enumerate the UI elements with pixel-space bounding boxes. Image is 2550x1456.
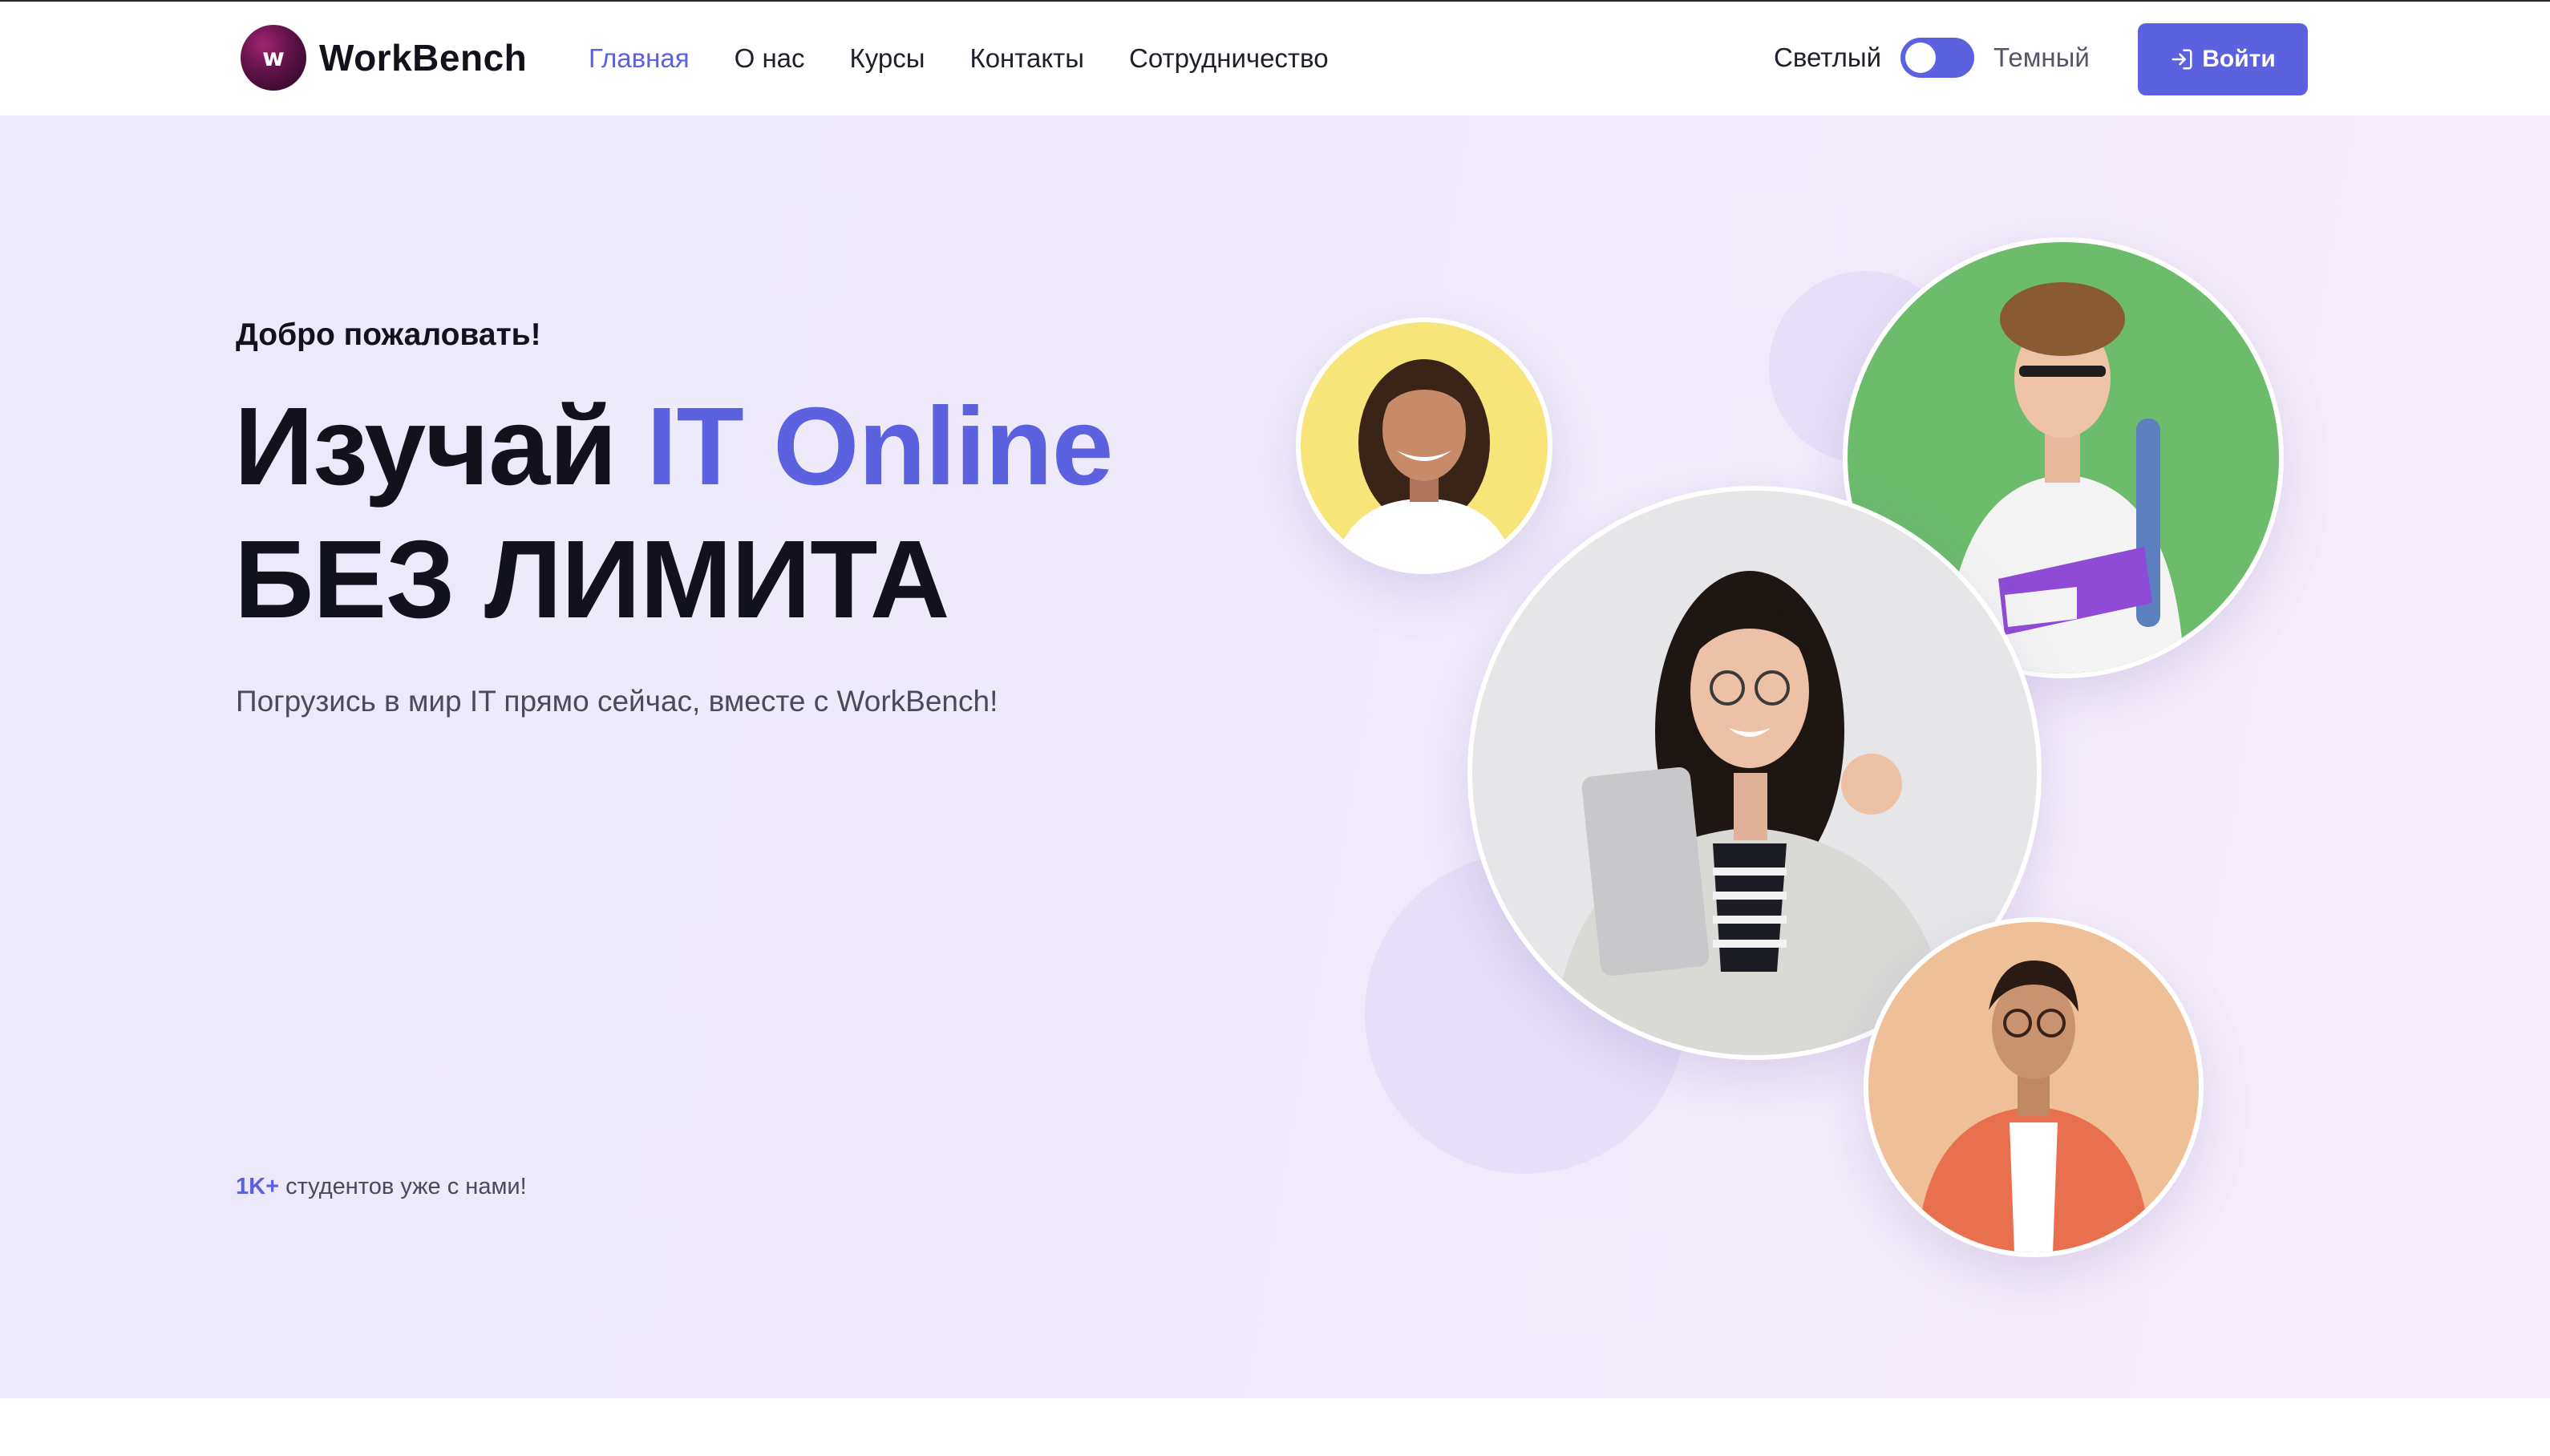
nav-link-partnership[interactable]: Сотрудничество	[1129, 38, 1329, 79]
nav-link-contacts[interactable]: Контакты	[969, 38, 1084, 79]
logo-mark-icon: w	[241, 25, 306, 91]
students-count-text: 1K+ студентов уже с нами!	[236, 1174, 527, 1200]
logo-text: WorkBench	[319, 37, 528, 79]
student-photo-yellow	[1296, 317, 1552, 574]
theme-toggle[interactable]	[1900, 38, 1975, 78]
headline-line2: БЕЗ ЛИМИТА	[234, 518, 949, 641]
students-label: студентов уже с нами!	[279, 1174, 527, 1199]
hero-section: Добро пожаловать! Изучай IT Online БЕЗ Л…	[0, 115, 2550, 1398]
welcome-text: Добро пожаловать!	[236, 317, 541, 352]
theme-toggle-knob	[1905, 42, 1937, 73]
login-icon	[2170, 47, 2194, 71]
site-header: w WorkBench Главная О нас Курсы Контакты…	[0, 2, 2550, 115]
students-count: 1K+	[236, 1174, 280, 1199]
page-bottom-strip	[0, 1398, 2550, 1456]
theme-light-label: Светлый	[1774, 42, 1882, 72]
login-button-label: Войти	[2202, 46, 2276, 72]
nav-link-home[interactable]: Главная	[589, 38, 690, 79]
nav-link-about[interactable]: О нас	[735, 38, 805, 79]
headline-accent: IT Online	[646, 385, 1113, 508]
nav-link-courses[interactable]: Курсы	[850, 38, 925, 79]
headline-prefix: Изучай	[234, 385, 647, 508]
logo[interactable]: w WorkBench	[241, 24, 527, 91]
theme-switcher: Светлый Темный	[1774, 37, 2090, 79]
theme-dark-label: Темный	[1993, 42, 2090, 72]
hero-subtitle: Погрузись в мир IT прямо сейчас, вместе …	[236, 685, 998, 718]
student-photo-peach	[1864, 917, 2204, 1257]
login-button[interactable]: Войти	[2138, 23, 2308, 95]
main-nav: Главная О нас Курсы Контакты Сотрудничес…	[589, 38, 1374, 79]
hero-headline: Изучай IT Online БЕЗ ЛИМИТА	[234, 380, 1113, 646]
